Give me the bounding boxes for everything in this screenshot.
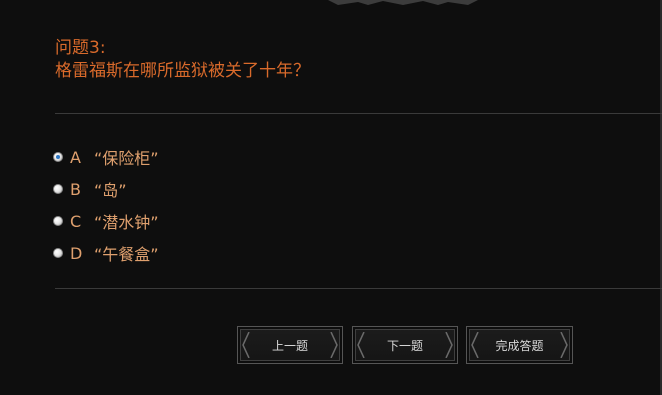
option-letter: A bbox=[70, 147, 81, 167]
radio-c[interactable] bbox=[53, 216, 63, 226]
radio-b[interactable] bbox=[53, 184, 63, 194]
radio-a[interactable] bbox=[53, 152, 63, 162]
divider-bottom bbox=[55, 288, 662, 289]
option-d[interactable]: D “午餐盒” bbox=[53, 237, 159, 269]
option-c[interactable]: C “潜水钟” bbox=[53, 205, 159, 237]
previous-question-button[interactable]: 上一题 bbox=[237, 326, 343, 364]
top-ornament bbox=[328, 0, 478, 6]
finish-quiz-button[interactable]: 完成答题 bbox=[466, 326, 573, 364]
option-label: “潜水钟” bbox=[94, 213, 159, 232]
bracket-right-icon bbox=[330, 332, 338, 358]
option-b[interactable]: B “岛” bbox=[53, 173, 159, 205]
previous-question-label: 上一题 bbox=[271, 338, 308, 353]
question-number: 问题3: bbox=[55, 38, 106, 58]
question-text: 格雷福斯在哪所监狱被关了十年？ bbox=[55, 61, 310, 81]
option-letter: B bbox=[70, 179, 81, 199]
divider-top bbox=[55, 113, 662, 114]
option-letter: D bbox=[70, 243, 83, 263]
radio-d[interactable] bbox=[53, 248, 63, 258]
answer-options: A “保险柜” B “岛” C “潜水钟” D “午餐盒” bbox=[53, 141, 159, 269]
next-question-label: 下一题 bbox=[386, 338, 423, 353]
bracket-left-icon bbox=[471, 332, 479, 358]
bracket-left-icon bbox=[242, 332, 250, 358]
bracket-left-icon bbox=[357, 332, 365, 358]
bracket-right-icon bbox=[445, 332, 453, 358]
option-label: “午餐盒” bbox=[94, 245, 159, 264]
option-a[interactable]: A “保险柜” bbox=[53, 141, 159, 173]
option-label: “岛” bbox=[94, 181, 127, 200]
next-question-button[interactable]: 下一题 bbox=[352, 326, 458, 364]
bracket-right-icon bbox=[560, 332, 568, 358]
option-label: “保险柜” bbox=[94, 149, 159, 168]
finish-quiz-label: 完成答题 bbox=[495, 338, 544, 353]
quiz-panel: 问题3: 格雷福斯在哪所监狱被关了十年？ A “保险柜” B “岛” C “潜水… bbox=[0, 0, 662, 395]
option-letter: C bbox=[70, 211, 82, 231]
